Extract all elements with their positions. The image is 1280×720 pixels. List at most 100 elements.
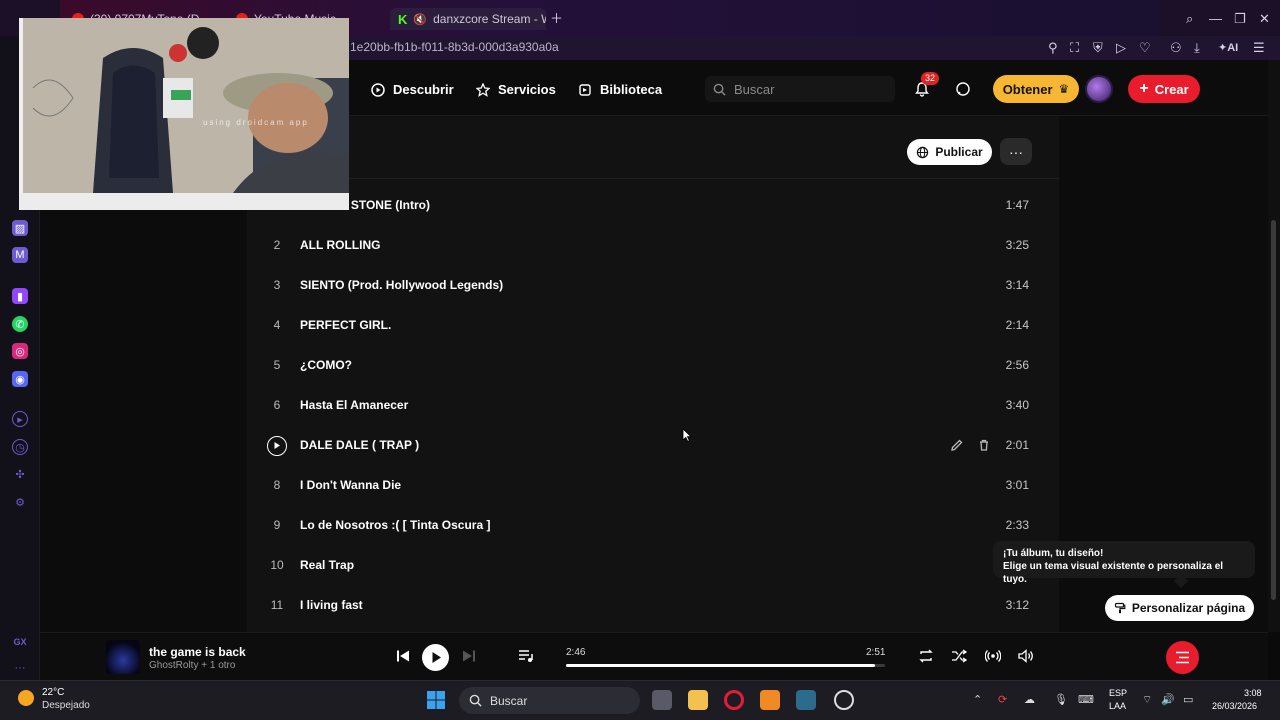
instagram-icon[interactable]: ◎ xyxy=(12,343,28,359)
crear-button[interactable]: + Crear xyxy=(1128,75,1200,103)
search-input[interactable]: Buscar xyxy=(705,76,895,102)
track-duration: 1:47 xyxy=(1005,198,1029,212)
previous-icon[interactable] xyxy=(395,648,411,664)
avatar[interactable] xyxy=(1085,75,1113,103)
track-row[interactable]: ROLLIN' STONE (Intro) 1:47 xyxy=(247,186,1059,226)
progress-bar[interactable] xyxy=(566,664,885,667)
queue-icon[interactable] xyxy=(518,648,534,664)
edit-icon[interactable] xyxy=(950,438,964,452)
davinci-icon[interactable] xyxy=(796,690,816,710)
wifi-icon[interactable]: ⌔ xyxy=(1142,693,1152,707)
clock-time[interactable]: 3:08 xyxy=(1244,688,1262,698)
chat-icon[interactable] xyxy=(955,81,971,97)
obtener-button[interactable]: Obtener ♛ xyxy=(993,75,1079,103)
windows-start-icon[interactable] xyxy=(426,690,446,710)
notification-badge: 32 xyxy=(921,72,939,85)
tab-kick-stream[interactable]: K 🔇 danxzcore Stream - W xyxy=(390,8,546,30)
track-number: 8 xyxy=(273,478,281,492)
trash-icon[interactable] xyxy=(977,438,991,452)
nav-servicios[interactable]: Servicios xyxy=(476,82,556,97)
play-icon xyxy=(432,652,441,663)
taskbar-search[interactable]: Buscar xyxy=(459,687,640,714)
extensions-icon[interactable]: ✣ xyxy=(12,466,28,482)
broadcast-icon[interactable] xyxy=(985,648,1001,664)
history-icon[interactable]: ◷ xyxy=(12,439,28,455)
nav-descubrir[interactable]: Descubrir xyxy=(371,82,454,97)
next-icon[interactable] xyxy=(461,648,477,664)
play-icon[interactable]: ▷ xyxy=(1116,40,1126,56)
ai-button[interactable]: ✦AI xyxy=(1218,40,1238,56)
track-row[interactable]: 2 ALL ROLLING 3:25 xyxy=(247,226,1059,266)
now-playing-title[interactable]: the game is back xyxy=(149,645,246,659)
task-view-icon[interactable] xyxy=(652,690,672,710)
play-icon xyxy=(274,442,280,449)
microphone-icon[interactable]: 🎙 xyxy=(1054,693,1068,706)
screenshot-icon[interactable]: ⛶ xyxy=(1070,40,1079,56)
heart-icon[interactable]: ♡ xyxy=(1139,40,1151,56)
weather-description[interactable]: Despejado xyxy=(42,700,90,711)
keyboard-icon[interactable]: ⌨ xyxy=(1078,693,1094,706)
track-row[interactable]: DALE DALE ( TRAP ) 2:01 xyxy=(247,426,1059,466)
now-playing-artist[interactable]: GhostRolty + 1 otro xyxy=(149,660,235,671)
ai-label: AI xyxy=(1227,42,1239,54)
repeat-icon[interactable] xyxy=(918,648,934,664)
scrollbar-thumb[interactable] xyxy=(1271,220,1276,600)
download-icon[interactable]: ⤓ xyxy=(1194,40,1200,56)
fl-studio-icon[interactable] xyxy=(760,690,780,710)
keyboard-layout[interactable]: LAA xyxy=(1109,701,1126,711)
nav-biblioteca[interactable]: Biblioteca xyxy=(578,82,662,97)
file-explorer-icon[interactable] xyxy=(688,690,708,710)
nav-label: Biblioteca xyxy=(600,82,663,97)
player-sidebar-icon[interactable]: ▸ xyxy=(12,411,28,427)
more-options-button[interactable]: ··· xyxy=(1000,138,1032,165)
settings-icon[interactable]: ⚙ xyxy=(12,494,28,510)
menu-icon[interactable]: ☰ xyxy=(1253,40,1265,56)
volume-icon[interactable] xyxy=(1018,648,1034,664)
personalizar-pagina-button[interactable]: Personalizar página xyxy=(1105,595,1254,621)
sidebar-more-icon[interactable]: ··· xyxy=(12,660,28,676)
tray-expand-icon[interactable]: ⌃ xyxy=(973,693,982,706)
profile-icon[interactable]: ⚇ xyxy=(1170,40,1182,56)
queue-panel-button[interactable] xyxy=(1166,641,1199,674)
sidebar-app-icon[interactable]: ▨ xyxy=(12,220,28,236)
play-button[interactable] xyxy=(422,644,449,671)
track-row[interactable]: 3 SIENTO (Prod. Hollywood Legends) 3:14 xyxy=(247,266,1059,306)
opera-gx-icon[interactable] xyxy=(724,690,744,710)
search-tabs-icon[interactable]: ⌕ xyxy=(1186,11,1193,27)
battery-icon[interactable]: ▭ xyxy=(1183,693,1193,706)
sidebar-m-icon[interactable]: M xyxy=(12,247,28,263)
new-tab-icon[interactable]: ＋ xyxy=(550,11,563,27)
weather-icon[interactable] xyxy=(18,690,34,706)
shield-icon[interactable]: ⛨ xyxy=(1093,40,1103,56)
track-row[interactable]: 8 I Don't Wanna Die 3:01 xyxy=(247,466,1059,506)
obs-icon[interactable] xyxy=(834,690,854,710)
minimize-icon[interactable]: — xyxy=(1209,11,1222,27)
url-text[interactable]: 1e20bb-fb1b-f011-8b3d-000d3a930a0a xyxy=(350,40,559,54)
now-playing-cover[interactable] xyxy=(106,640,140,674)
close-window-icon[interactable]: ✕ xyxy=(1259,11,1270,27)
publicar-button[interactable]: Publicar xyxy=(907,139,992,165)
twitch-icon[interactable]: ▮ xyxy=(12,288,28,304)
track-row[interactable]: 10 Real Trap xyxy=(247,546,1059,586)
track-duration: 2:33 xyxy=(1005,518,1029,532)
whatsapp-icon[interactable]: ✆ xyxy=(12,316,28,332)
restore-icon[interactable]: ❐ xyxy=(1234,11,1246,27)
tray-app-icon[interactable]: ⟳ xyxy=(998,693,1007,706)
tray-cloud-icon[interactable]: ☁ xyxy=(1024,693,1035,706)
track-row[interactable]: 4 PERFECT GIRL. 2:14 xyxy=(247,306,1059,346)
gx-icon[interactable]: GX xyxy=(12,634,28,650)
pin-icon[interactable]: ⚲ xyxy=(1048,40,1058,56)
shuffle-icon[interactable] xyxy=(951,648,967,664)
language-code[interactable]: ESP xyxy=(1109,688,1127,698)
track-row[interactable]: 6 Hasta El Amanecer 3:40 xyxy=(247,386,1059,426)
track-play-button[interactable] xyxy=(267,436,287,456)
track-row[interactable]: 5 ¿COMO? 2:56 xyxy=(247,346,1059,386)
track-number: 11 xyxy=(270,598,284,612)
clock-date[interactable]: 26/03/2026 xyxy=(1212,701,1257,711)
track-row[interactable]: 9 Lo de Nosotros :( [ Tinta Oscura ] 2:3… xyxy=(247,506,1059,546)
discord-icon[interactable]: ◉ xyxy=(12,371,28,387)
track-row[interactable]: 11 I living fast 3:12 xyxy=(247,586,1059,626)
track-number: 9 xyxy=(273,518,281,532)
weather-temperature[interactable]: 22°C xyxy=(42,687,64,698)
speaker-icon[interactable]: 🔊 xyxy=(1161,693,1175,706)
